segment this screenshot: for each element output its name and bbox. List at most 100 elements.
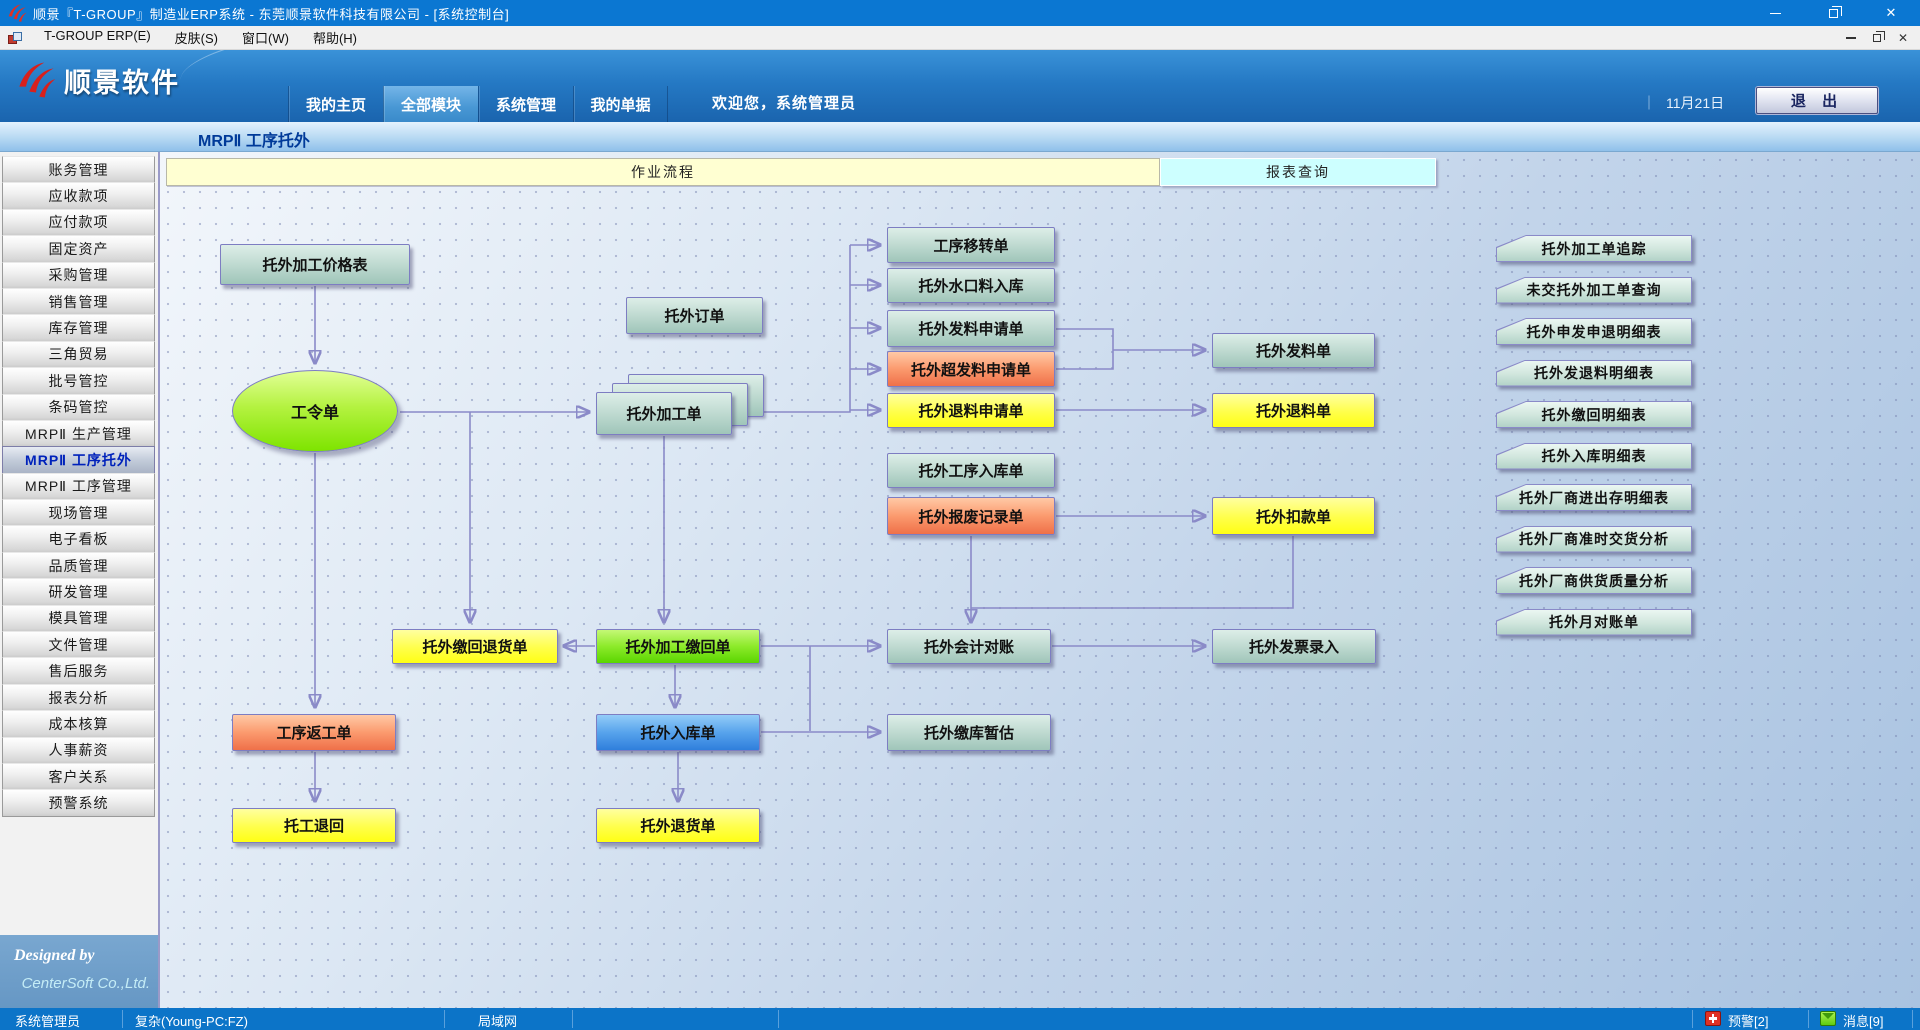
- report-button-6[interactable]: 托外厂商进出存明细表: [1496, 484, 1692, 511]
- report-button-3[interactable]: 托外发退料明细表: [1496, 360, 1692, 387]
- sidebar-item-11[interactable]: MRPⅡ 工序托外: [2, 446, 155, 473]
- mdi-minimize-button[interactable]: [1838, 26, 1864, 50]
- report-button-label: 托外月对账单: [1497, 610, 1691, 635]
- sidebar-item-1[interactable]: 应收款项: [2, 182, 155, 209]
- flow-node-invoice-entry[interactable]: 托外发票录入: [1212, 629, 1376, 664]
- sidebar-item-5[interactable]: 销售管理: [2, 288, 155, 315]
- status-separator: [572, 1010, 573, 1028]
- flow-node-process-order[interactable]: 托外加工单: [596, 392, 732, 435]
- report-button-9[interactable]: 托外月对账单: [1496, 609, 1692, 636]
- report-button-label: 托外厂商供货质量分析: [1497, 568, 1691, 593]
- flow-node-process-stockin[interactable]: 托外工序入库单: [887, 453, 1055, 488]
- sidebar-item-10[interactable]: MRPⅡ 生产管理: [2, 420, 155, 447]
- menu-item-3[interactable]: 帮助(H): [301, 25, 369, 50]
- flow-node-price-list[interactable]: 托外加工价格表: [220, 244, 410, 285]
- menu-item-0[interactable]: T-GROUP ERP(E): [32, 25, 163, 50]
- welcome-text: 欢迎您，系统管理员: [712, 92, 856, 113]
- sidebar-item-14[interactable]: 电子看板: [2, 525, 155, 552]
- header-tab-1[interactable]: 全部模块: [383, 86, 478, 122]
- status-separator: [1912, 1010, 1913, 1028]
- sidebar-item-7[interactable]: 三角贸易: [2, 341, 155, 368]
- flow-node-process-submit[interactable]: 托外加工缴回单: [596, 629, 760, 664]
- flow-node-over-issue-apply[interactable]: 托外超发料申请单: [887, 351, 1055, 387]
- mdi-restore-button[interactable]: [1864, 26, 1890, 50]
- flow-node-submit-return[interactable]: 托外缴回退货单: [392, 629, 558, 664]
- sidebar-item-15[interactable]: 品质管理: [2, 552, 155, 579]
- workflow-canvas: 作业流程 报表查询: [160, 152, 1920, 1008]
- flow-node-goods-return[interactable]: 托外退货单: [596, 808, 760, 843]
- header-tab-0[interactable]: 我的主页: [288, 86, 383, 122]
- window-close-button[interactable]: ✕: [1862, 0, 1920, 26]
- sidebar-item-8[interactable]: 批号管控: [2, 367, 155, 394]
- flow-node-warehouse-in[interactable]: 托外入库单: [596, 714, 760, 751]
- header-tabs: 我的主页全部模块系统管理我的单据: [288, 86, 668, 122]
- window-minimize-button[interactable]: [1746, 0, 1804, 26]
- flow-node-stockin-estimate[interactable]: 托外缴库暂估: [887, 714, 1051, 751]
- sidebar-item-23[interactable]: 客户关系: [2, 763, 155, 790]
- flow-node-deduction-note[interactable]: 托外扣款单: [1212, 497, 1375, 535]
- sidebar-item-13[interactable]: 现场管理: [2, 499, 155, 526]
- alert-icon: [1705, 1011, 1721, 1026]
- sidebar-item-6[interactable]: 库存管理: [2, 314, 155, 341]
- flow-node-outsource-order[interactable]: 托外订单: [626, 297, 763, 334]
- status-separator: [122, 1010, 123, 1028]
- report-button-5[interactable]: 托外入库明细表: [1496, 443, 1692, 470]
- page-title-bar: MRPⅡ 工序托外: [0, 122, 1920, 152]
- flow-node-issue-note[interactable]: 托外发料单: [1212, 333, 1375, 368]
- report-button-1[interactable]: 未交托外加工单查询: [1496, 277, 1692, 304]
- sidebar-item-12[interactable]: MRPⅡ 工序管理: [2, 473, 155, 500]
- sidebar-item-4[interactable]: 采购管理: [2, 262, 155, 289]
- report-button-label: 托外厂商进出存明细表: [1497, 485, 1691, 510]
- menu-item-2[interactable]: 窗口(W): [230, 25, 301, 50]
- date-text: 11月21日: [1666, 95, 1724, 111]
- restore-icon: [1873, 34, 1881, 42]
- mdi-window-icon: [8, 32, 22, 44]
- flow-node-work-return[interactable]: 托工退回: [232, 808, 396, 843]
- sidebar-item-17[interactable]: 模具管理: [2, 605, 155, 632]
- brand-name: 顺景软件: [64, 61, 180, 100]
- window-restore-button[interactable]: [1804, 0, 1862, 26]
- sidebar-item-3[interactable]: 固定资产: [2, 235, 155, 262]
- flow-node-rework-note[interactable]: 工序返工单: [232, 714, 396, 751]
- menu-item-1[interactable]: 皮肤(S): [163, 25, 230, 50]
- report-button-shape: 托外厂商进出存明细表: [1496, 484, 1692, 511]
- sidebar-item-9[interactable]: 条码管控: [2, 394, 155, 421]
- sidebar-item-2[interactable]: 应付款项: [2, 209, 155, 236]
- flow-node-return-note[interactable]: 托外退料单: [1212, 393, 1375, 428]
- report-button-7[interactable]: 托外厂商准时交货分析: [1496, 526, 1692, 553]
- mdi-close-button[interactable]: ✕: [1890, 26, 1916, 50]
- report-button-label: 托外入库明细表: [1497, 444, 1691, 469]
- exit-button[interactable]: 退 出: [1756, 87, 1878, 114]
- window-title: 顺景『T-GROUP』制造业ERP系统 - 东莞顺景软件科技有限公司 - [系统…: [33, 4, 509, 23]
- sidebar-item-0[interactable]: 账务管理: [2, 156, 155, 183]
- header-tab-2[interactable]: 系统管理: [478, 86, 573, 122]
- flow-node-scrap-record[interactable]: 托外报废记录单: [887, 497, 1055, 535]
- sidebar-item-24[interactable]: 预警系统: [2, 789, 155, 816]
- status-message[interactable]: 消息[9]: [1843, 1011, 1883, 1030]
- report-button-0[interactable]: 托外加工单追踪: [1496, 235, 1692, 262]
- status-alert[interactable]: 预警[2]: [1728, 1011, 1768, 1030]
- report-button-2[interactable]: 托外申发申退明细表: [1496, 318, 1692, 345]
- status-network: 局域网: [478, 1011, 517, 1030]
- flow-node-issue-apply[interactable]: 托外发料申请单: [887, 310, 1055, 347]
- menu-bar: T-GROUP ERP(E)皮肤(S)窗口(W)帮助(H) ✕: [0, 26, 1920, 50]
- report-button-label: 托外加工单追踪: [1497, 236, 1691, 261]
- minimize-icon: [1770, 13, 1781, 14]
- sidebar-item-19[interactable]: 售后服务: [2, 657, 155, 684]
- sidebar-item-21[interactable]: 成本核算: [2, 710, 155, 737]
- sidebar-item-18[interactable]: 文件管理: [2, 631, 155, 658]
- header-tab-3[interactable]: 我的单据: [573, 86, 668, 122]
- flow-node-work-order[interactable]: 工令单: [232, 370, 398, 452]
- flow-node-transfer-note[interactable]: 工序移转单: [887, 227, 1055, 263]
- sidebar-item-16[interactable]: 研发管理: [2, 578, 155, 605]
- sidebar-item-20[interactable]: 报表分析: [2, 684, 155, 711]
- flow-node-acct-reconcile[interactable]: 托外会计对账: [887, 629, 1051, 664]
- designed-by-text: Designed by: [14, 947, 94, 965]
- report-button-shape: 托外入库明细表: [1496, 443, 1692, 470]
- report-button-4[interactable]: 托外缴回明细表: [1496, 401, 1692, 428]
- sidebar-item-22[interactable]: 人事薪资: [2, 737, 155, 764]
- flow-node-watergate-in[interactable]: 托外水口料入库: [887, 268, 1055, 303]
- report-button-8[interactable]: 托外厂商供货质量分析: [1496, 567, 1692, 594]
- flow-node-return-apply[interactable]: 托外退料申请单: [887, 393, 1055, 428]
- status-separator: [778, 1010, 779, 1028]
